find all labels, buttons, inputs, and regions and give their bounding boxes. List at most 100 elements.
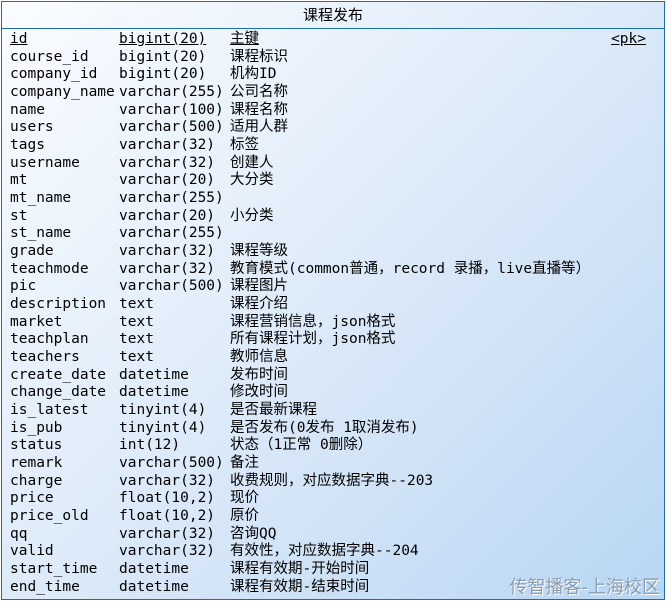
column-row[interactable]: change_date datetime 修改时间 [2, 384, 664, 402]
column-row[interactable]: users varchar(500) 适用人群 [2, 119, 664, 137]
column-type: varchar(100) [119, 101, 224, 118]
column-name: status [10, 437, 63, 454]
column-comment: 有效性，对应数据字典--204 [230, 543, 419, 560]
column-type: int(12) [119, 437, 181, 454]
column-row[interactable]: st varchar(20) 小分类 [2, 208, 664, 226]
column-comment: 主键 [230, 31, 259, 47]
column-type: varchar(500) [119, 455, 224, 472]
column-row[interactable]: status int(12) 状态（1正常 0删除） [2, 437, 664, 455]
column-comment: 公司名称 [230, 84, 288, 101]
column-row[interactable]: valid varchar(32) 有效性，对应数据字典--204 [2, 543, 664, 561]
column-name: mt_name [10, 190, 72, 207]
column-row[interactable]: mt_name varchar(255) [2, 190, 664, 208]
column-row[interactable]: tags varchar(32) 标签 [2, 137, 664, 155]
column-type: varchar(20) [119, 207, 216, 224]
column-comment: 原价 [230, 508, 259, 525]
column-row[interactable]: market text 课程营销信息，json格式 [2, 314, 664, 332]
column-row[interactable]: charge varchar(32) 收费规则，对应数据字典--203 [2, 473, 664, 491]
column-row[interactable]: price float(10,2) 现价 [2, 490, 664, 508]
column-name: teachmode [10, 260, 89, 277]
column-type: text [119, 331, 154, 348]
column-name: end_time [10, 578, 80, 595]
column-row[interactable]: price_old float(10,2) 原价 [2, 508, 664, 526]
column-name: remark [10, 455, 63, 472]
column-row[interactable]: teachers text 教师信息 [2, 349, 664, 367]
column-comment: 课程有效期-结束时间 [230, 578, 370, 595]
column-comment: 所有课程计划，json格式 [230, 331, 396, 348]
column-type: text [119, 296, 154, 313]
column-type: bigint(20) [119, 48, 207, 65]
column-comment: 现价 [230, 490, 259, 507]
column-name: company_id [10, 66, 98, 83]
column-name: tags [10, 137, 45, 154]
column-name: charge [10, 472, 63, 489]
column-name: pic [10, 278, 37, 295]
column-row[interactable]: is_pub tinyint(4) 是否发布(0发布 1取消发布) [2, 420, 664, 438]
watermark-text: 传智播客-上海校区 [509, 577, 661, 598]
column-comment: 机构ID [230, 66, 277, 83]
column-row[interactable]: course_id bigint(20) 课程标识 [2, 49, 664, 67]
column-comment: 课程名称 [230, 101, 288, 118]
column-row-primary-key[interactable]: id bigint(20) 主键 <pk> [2, 31, 664, 49]
column-row[interactable]: grade varchar(32) 课程等级 [2, 243, 664, 261]
column-type: varchar(32) [119, 137, 216, 154]
column-comment: 大分类 [230, 172, 274, 189]
column-row[interactable]: st_name varchar(255) [2, 225, 664, 243]
column-name: is_pub [10, 419, 63, 436]
column-name: start_time [10, 561, 98, 578]
column-row[interactable]: qq varchar(32) 咨询QQ [2, 526, 664, 544]
column-row[interactable]: name varchar(100) 课程名称 [2, 102, 664, 120]
column-comment: 教育模式(common普通，record 录播，live直播等） [230, 260, 591, 277]
column-type: text [119, 313, 154, 330]
column-row[interactable]: company_id bigint(20) 机构ID [2, 66, 664, 84]
column-type: varchar(255) [119, 190, 224, 207]
column-name: name [10, 101, 45, 118]
column-row[interactable]: create_date datetime 发布时间 [2, 367, 664, 385]
column-key-badge: <pk> [611, 31, 646, 47]
column-type: varchar(255) [119, 225, 224, 242]
column-name: market [10, 313, 63, 330]
column-name: price [10, 490, 54, 507]
column-name: valid [10, 543, 54, 560]
column-row[interactable]: description text 课程介绍 [2, 296, 664, 314]
column-comment: 发布时间 [230, 366, 288, 383]
column-comment: 标签 [230, 137, 259, 154]
column-name: company_name [10, 84, 115, 101]
column-comment: 课程标识 [230, 48, 288, 65]
column-name: username [10, 154, 80, 171]
column-row[interactable]: company_name varchar(255) 公司名称 [2, 84, 664, 102]
column-row[interactable]: is_latest tinyint(4) 是否最新课程 [2, 402, 664, 420]
column-name: users [10, 119, 54, 136]
column-row[interactable]: mt varchar(20) 大分类 [2, 172, 664, 190]
column-row[interactable]: username varchar(32) 创建人 [2, 155, 664, 173]
column-name: qq [10, 525, 28, 542]
column-list: id bigint(20) 主键 <pk> course_id bigint(20) 课程标… [2, 31, 664, 597]
column-type: tinyint(4) [119, 402, 207, 419]
column-comment: 课程等级 [230, 243, 288, 260]
column-comment: 咨询QQ [230, 525, 277, 542]
column-type: datetime [119, 366, 189, 383]
column-name: is_latest [10, 402, 89, 419]
entity-table-course-pub[interactable]: 课程发布 id bigint(20) 主键 <pk> course_id bigint(2… [1, 1, 665, 600]
column-name: teachers [10, 349, 80, 366]
column-comment: 课程营销信息，json格式 [230, 313, 396, 330]
column-type: varchar(32) [119, 525, 216, 542]
column-type: varchar(32) [119, 543, 216, 560]
column-type: varchar(255) [119, 84, 224, 101]
column-name: id [10, 31, 28, 47]
column-type: varchar(20) [119, 172, 216, 189]
column-row[interactable]: pic varchar(500) 课程图片 [2, 278, 664, 296]
column-comment: 课程介绍 [230, 296, 288, 313]
column-comment: 修改时间 [230, 384, 288, 401]
column-row[interactable]: teachplan text 所有课程计划，json格式 [2, 331, 664, 349]
column-type: bigint(20) [119, 31, 207, 47]
column-type: bigint(20) [119, 66, 207, 83]
column-name: course_id [10, 48, 89, 65]
column-type: float(10,2) [119, 508, 216, 525]
column-type: varchar(500) [119, 119, 224, 136]
column-row[interactable]: remark varchar(500) 备注 [2, 455, 664, 473]
column-name: mt [10, 172, 28, 189]
column-name: grade [10, 243, 54, 260]
column-row[interactable]: teachmode varchar(32) 教育模式(common普通，record… [2, 261, 664, 279]
column-comment: 课程有效期-开始时间 [230, 561, 370, 578]
